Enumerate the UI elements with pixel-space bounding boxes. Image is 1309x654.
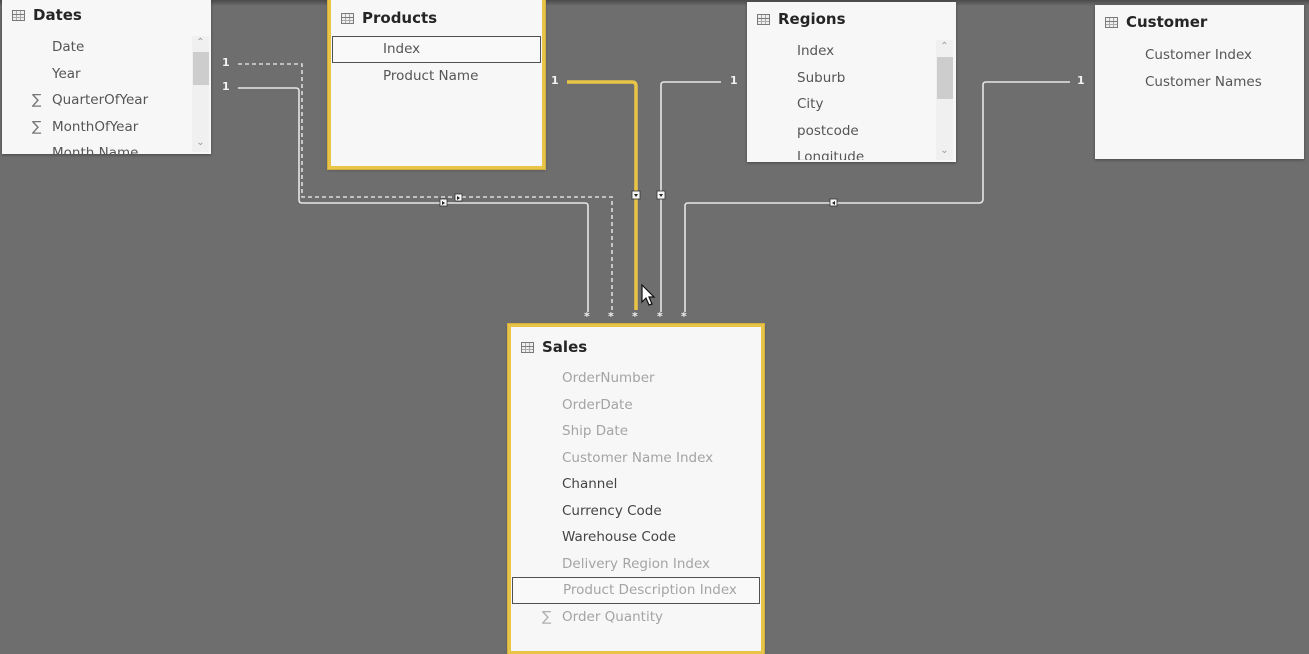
table-card-dates[interactable]: Dates Date Year ∑ QuarterOfYear ∑ MonthOfY…: [2, 0, 211, 154]
cardinality-one-label: 1: [1077, 74, 1085, 87]
scroll-thumb[interactable]: [193, 52, 209, 85]
table-title: Regions: [778, 10, 846, 28]
scroll-down-icon[interactable]: ⌄: [936, 144, 953, 158]
table-title: Customer: [1126, 13, 1208, 31]
sigma-icon: ∑: [542, 608, 552, 625]
table-icon: [12, 9, 25, 21]
rel-line-products: [567, 80, 638, 310]
rel-line-regions: [660, 81, 721, 312]
field-row[interactable]: Product Name: [332, 63, 541, 90]
cardinality-one-label: 1: [222, 80, 230, 93]
table-title: Sales: [542, 338, 588, 356]
table-card-products[interactable]: Products Index Product Name: [328, 0, 545, 169]
field-label: Longitude: [797, 149, 865, 160]
field-label: Index: [383, 41, 421, 57]
field-label: Suburb: [797, 69, 846, 86]
field-row[interactable]: Ship Date: [512, 418, 760, 445]
field-label: Customer Name Index: [562, 449, 714, 466]
cardinality-many-label: *: [681, 310, 687, 323]
field-label: Customer Index: [1145, 47, 1253, 63]
cardinality-one-label: 1: [730, 74, 738, 87]
field-label: Year: [52, 65, 81, 82]
field-row[interactable]: Month Name: [2, 140, 191, 154]
scroll-up-icon[interactable]: ⌃: [192, 36, 209, 50]
mouse-cursor-icon: [641, 284, 656, 306]
cardinality-many-label: *: [632, 310, 638, 323]
field-row[interactable]: Customer Name Index: [512, 445, 760, 472]
field-row[interactable]: ∑ QuarterOfYear: [2, 87, 191, 114]
field-row[interactable]: Customer Index: [1095, 42, 1304, 69]
table-card-customer[interactable]: Customer Customer Index Customer Names: [1095, 5, 1304, 159]
cardinality-one-label: 1: [222, 56, 230, 69]
field-label: OrderNumber: [562, 370, 655, 386]
field-row[interactable]: Currency Code: [512, 498, 760, 525]
sigma-icon: ∑: [32, 92, 42, 108]
field-row[interactable]: Channel: [512, 471, 760, 498]
field-label: Channel: [562, 476, 618, 492]
cardinality-many-label: *: [608, 310, 614, 323]
field-row[interactable]: Delivery Region Index: [512, 551, 760, 578]
table-title: Products: [362, 9, 438, 27]
sigma-icon: ∑: [32, 118, 42, 135]
field-label: Order Quantity: [562, 608, 663, 625]
scroll-thumb[interactable]: [937, 57, 953, 99]
table-card-sales[interactable]: Sales OrderNumber OrderDate Ship Date Cu…: [508, 324, 764, 654]
field-row[interactable]: Index: [747, 38, 936, 65]
table-title: Dates: [33, 6, 82, 24]
field-row[interactable]: Year: [2, 61, 191, 88]
scrollbar[interactable]: ⌃ ⌄: [936, 40, 953, 160]
field-label: QuarterOfYear: [52, 92, 149, 108]
field-label: OrderDate: [562, 396, 633, 413]
field-label: Ship Date: [562, 423, 629, 439]
field-label: Index: [797, 43, 835, 59]
field-label: Warehouse Code: [562, 529, 676, 545]
field-row[interactable]: Date: [2, 34, 191, 61]
field-label: Customer Names: [1145, 73, 1262, 90]
cardinality-many-label: *: [657, 310, 663, 323]
table-icon: [341, 12, 354, 24]
field-row-selected[interactable]: Index: [332, 36, 541, 63]
field-label: City: [797, 96, 824, 112]
field-row[interactable]: Warehouse Code: [512, 524, 760, 551]
field-row[interactable]: ∑ Order Quantity: [512, 604, 760, 631]
scroll-down-icon[interactable]: ⌄: [192, 136, 209, 150]
field-label: Product Description Index: [563, 582, 737, 598]
table-icon: [757, 13, 770, 25]
field-row[interactable]: OrderDate: [512, 392, 760, 419]
field-label: Product Name: [383, 67, 479, 84]
scroll-up-icon[interactable]: ⌃: [936, 40, 953, 54]
field-row[interactable]: OrderNumber: [512, 365, 760, 392]
table-icon: [521, 341, 534, 353]
table-icon: [1105, 16, 1118, 28]
field-row[interactable]: Suburb: [747, 65, 936, 92]
cardinality-one-label: 1: [551, 74, 559, 87]
field-row-selected[interactable]: Product Description Index: [512, 577, 760, 604]
field-row[interactable]: Longitude: [747, 144, 936, 160]
scrollbar[interactable]: ⌃ ⌄: [192, 36, 209, 152]
field-row[interactable]: postcode: [747, 118, 936, 145]
field-row[interactable]: ∑ MonthOfYear: [2, 114, 191, 141]
field-row[interactable]: Customer Names: [1095, 69, 1304, 96]
table-card-regions[interactable]: Regions Index Suburb City postcode Longi…: [747, 2, 956, 162]
field-label: Date: [52, 39, 85, 55]
field-row[interactable]: City: [747, 91, 936, 118]
field-label: Currency Code: [562, 502, 662, 519]
field-label: postcode: [797, 122, 859, 139]
field-label: Month Name: [52, 145, 139, 154]
field-label: MonthOfYear: [52, 118, 139, 135]
cardinality-many-label: *: [584, 310, 590, 323]
field-label: Delivery Region Index: [562, 555, 710, 572]
